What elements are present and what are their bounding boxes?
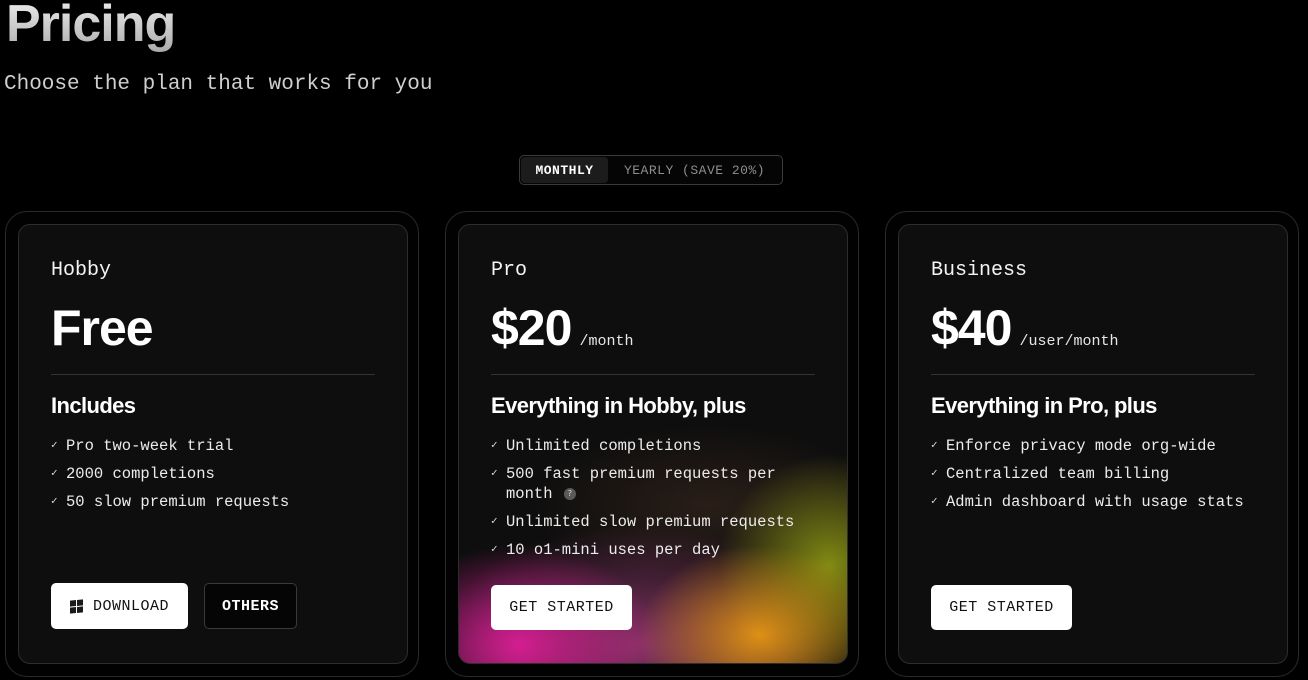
feature-text: Enforce privacy mode org-wide: [946, 437, 1216, 455]
feature-text: Unlimited completions: [506, 437, 702, 455]
page-title: Pricing: [6, 0, 176, 54]
price-row: Free: [51, 299, 154, 357]
others-button[interactable]: OTHERS: [204, 583, 297, 629]
check-icon: ✓: [491, 440, 498, 452]
features-heading: Everything in Hobby, plus: [491, 393, 746, 418]
feature-text: 10 o1-mini uses per day: [506, 541, 720, 559]
price-row: $40 /user/month: [931, 299, 1118, 357]
check-icon: ✓: [491, 468, 498, 480]
get-started-button-business[interactable]: GET STARTED: [931, 585, 1072, 630]
check-icon: ✓: [51, 440, 58, 452]
check-icon: ✓: [51, 468, 58, 480]
divider: [491, 374, 815, 375]
feature-text: 2000 completions: [66, 465, 215, 483]
plan-price: Free: [51, 300, 154, 356]
check-icon: ✓: [931, 496, 938, 508]
billing-period-toggle: MONTHLY YEARLY (SAVE 20%): [519, 155, 783, 185]
feature-list: ✓ Unlimited completions ✓ 500 fast premi…: [491, 436, 821, 568]
feature-list: ✓ Enforce privacy mode org-wide ✓ Centra…: [931, 436, 1261, 520]
get-started-button-pro[interactable]: GET STARTED: [491, 585, 632, 630]
feature-item: ✓ Unlimited completions: [491, 436, 821, 456]
feature-item: ✓ 500 fast premium requests per month ?: [491, 464, 821, 504]
plan-price: $20: [491, 300, 572, 356]
check-icon: ✓: [51, 496, 58, 508]
plan-card-pro: Pro $20 /month Everything in Hobby, plus…: [458, 224, 848, 664]
check-icon: ✓: [491, 544, 498, 556]
feature-list: ✓ Pro two-week trial ✓ 2000 completions …: [51, 436, 381, 520]
plan-price: $40: [931, 300, 1012, 356]
feature-item: ✓ 2000 completions: [51, 464, 381, 484]
feature-text: Unlimited slow premium requests: [506, 513, 795, 531]
plan-card-pro-frame: Pro $20 /month Everything in Hobby, plus…: [445, 211, 859, 677]
page-subtitle: Choose the plan that works for you: [4, 73, 433, 96]
plan-card-business: Business $40 /user/month Everything in P…: [898, 224, 1288, 664]
feature-text: 500 fast premium requests per month ?: [506, 464, 821, 504]
check-icon: ✓: [931, 440, 938, 452]
plan-card-business-frame: Business $40 /user/month Everything in P…: [885, 211, 1299, 677]
feature-item: ✓ Enforce privacy mode org-wide: [931, 436, 1261, 456]
divider: [931, 374, 1255, 375]
price-unit: /user/month: [1019, 333, 1119, 350]
feature-item: ✓ 10 o1-mini uses per day: [491, 540, 821, 560]
plan-card-hobby-frame: Hobby Free Includes ✓ Pro two-week trial…: [5, 211, 419, 677]
features-heading: Includes: [51, 393, 136, 418]
toggle-monthly-option[interactable]: MONTHLY: [521, 157, 608, 183]
plan-name: Pro: [491, 259, 528, 282]
feature-item: ✓ 50 slow premium requests: [51, 492, 381, 512]
feature-text: Admin dashboard with usage stats: [946, 493, 1244, 511]
feature-text: Pro two-week trial: [66, 437, 234, 455]
toggle-yearly-option[interactable]: YEARLY (SAVE 20%): [608, 157, 781, 183]
features-heading: Everything in Pro, plus: [931, 393, 1157, 418]
windows-logo-icon: [69, 598, 83, 614]
check-icon: ✓: [491, 516, 498, 528]
download-button-label: DOWNLOAD: [92, 597, 169, 615]
plan-name: Hobby: [51, 259, 112, 282]
feature-item: ✓ Unlimited slow premium requests: [491, 512, 821, 532]
plan-name: Business: [931, 259, 1028, 282]
plan-card-hobby: Hobby Free Includes ✓ Pro two-week trial…: [18, 224, 408, 664]
price-row: $20 /month: [491, 299, 633, 357]
feature-text: 50 slow premium requests: [66, 493, 290, 511]
feature-text-content: 500 fast premium requests per month: [506, 465, 776, 503]
divider: [51, 374, 375, 375]
price-unit: /month: [579, 333, 634, 350]
feature-item: ✓ Pro two-week trial: [51, 436, 381, 456]
feature-item: ✓ Admin dashboard with usage stats: [931, 492, 1261, 512]
download-button[interactable]: DOWNLOAD: [51, 583, 188, 629]
check-icon: ✓: [931, 468, 938, 480]
feature-item: ✓ Centralized team billing: [931, 464, 1261, 484]
feature-text: Centralized team billing: [946, 465, 1170, 483]
question-info-icon[interactable]: ?: [563, 487, 576, 500]
